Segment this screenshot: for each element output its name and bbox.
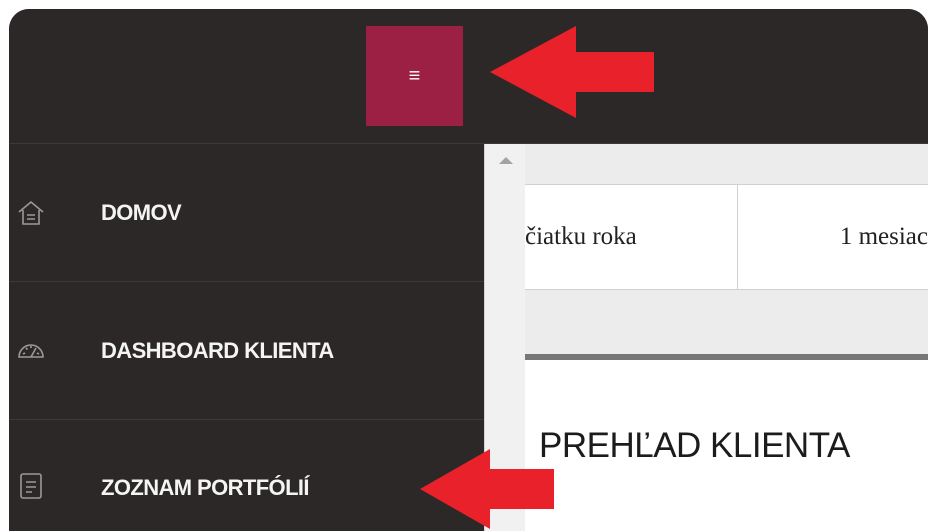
filter-1-month[interactable]: 1 mesiac <box>738 185 928 289</box>
sidebar-item-domov[interactable]: DOMOV <box>9 144 484 282</box>
speedometer-icon <box>17 337 45 365</box>
filter-since-year-start[interactable]: čiatku roka <box>525 185 737 289</box>
document-icon <box>17 472 45 500</box>
home-icon <box>17 199 45 227</box>
filter-label: čiatku roka <box>525 223 637 250</box>
scroll-up-arrow-icon[interactable] <box>499 157 513 164</box>
annotation-arrow-top <box>490 26 654 118</box>
filter-label: 1 mesiac <box>839 223 928 250</box>
hamburger-menu-button[interactable]: ≡ <box>366 26 463 126</box>
sidebar-item-label: DOMOV <box>101 199 182 225</box>
annotation-arrow-bottom <box>420 449 554 529</box>
sidebar-item-label: ZOZNAM PORTFÓLIÍ <box>101 475 310 500</box>
main-content: čiatku roka 1 mesiac PREHĽAD KLIENTA <box>525 144 928 531</box>
sidebar-item-dashboard-klienta[interactable]: DASHBOARD KLIENTA <box>9 282 484 420</box>
top-bar: ≡ <box>9 9 928 144</box>
sidebar-item-label: DASHBOARD KLIENTA <box>101 337 334 363</box>
hamburger-icon: ≡ <box>408 65 421 87</box>
page-title: PREHĽAD KLIENTA <box>539 426 850 465</box>
client-overview-card: PREHĽAD KLIENTA <box>525 360 928 531</box>
sidebar-menu: DOMOV DASHBOARD KLIENTA ZOZNAM PORTFÓLIÍ <box>9 144 484 531</box>
sidebar-item-zoznam-portfolii[interactable]: ZOZNAM PORTFÓLIÍ <box>9 420 484 531</box>
period-filter-bar: čiatku roka 1 mesiac <box>525 184 928 290</box>
